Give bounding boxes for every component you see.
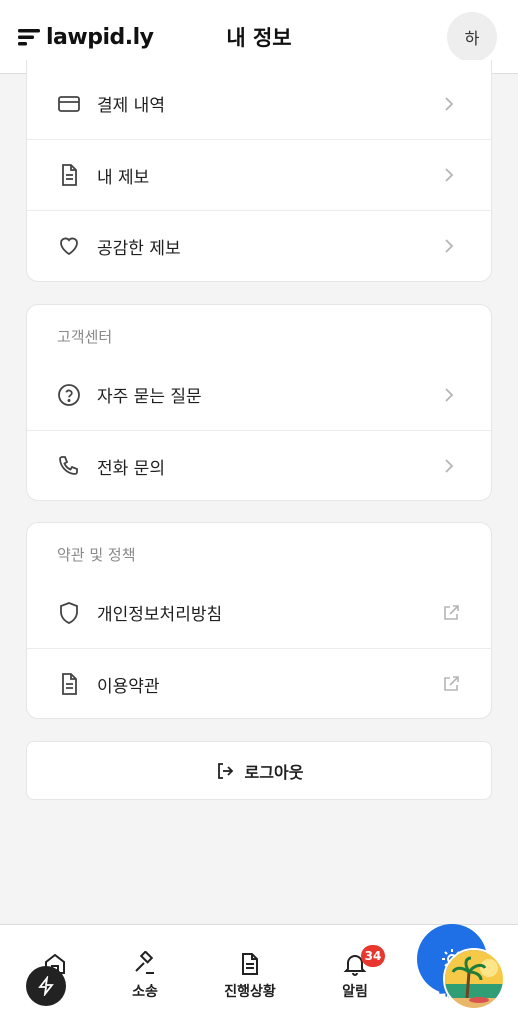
heart-icon — [57, 234, 81, 258]
menu-item-liked-reports[interactable]: 공감한 제보 — [27, 210, 491, 281]
logout-icon — [217, 762, 233, 779]
tab-progress[interactable]: 진행상황 — [210, 951, 290, 1001]
logout-label: 로그아웃 — [244, 762, 304, 782]
page-title: 내 정보 — [226, 26, 292, 50]
menu-item-privacy-policy[interactable]: 개인정보처리방침 — [27, 577, 491, 648]
external-link-icon — [444, 676, 459, 691]
logout-button[interactable]: 로그아웃 — [26, 741, 492, 800]
avatar[interactable]: 하 — [447, 12, 497, 62]
tab-notifications[interactable]: 34 알림 — [315, 945, 395, 1001]
policy-card: 약관 및 정책 개인정보처리방침 이용약관 — [26, 522, 492, 719]
tab-label: 진행상황 — [224, 984, 276, 1000]
menu-item-payment-history[interactable]: 결제 내역 — [27, 68, 491, 139]
question-circle-icon — [57, 383, 81, 407]
tab-lawsuit[interactable]: 소송 — [105, 951, 185, 1001]
chevron-right-icon — [445, 239, 454, 253]
chevron-right-icon — [445, 459, 454, 473]
credit-card-icon — [57, 92, 81, 116]
chevron-right-icon — [445, 96, 454, 111]
menu-item-phone-inquiry[interactable]: 전화 문의 — [27, 430, 491, 500]
external-link-icon — [444, 604, 459, 620]
menu-item-faq[interactable]: 자주 묻는 질문 — [27, 359, 491, 430]
chevron-right-icon — [445, 168, 454, 182]
quick-action-button[interactable] — [26, 966, 66, 1006]
menu-item-label: 공감한 제보 — [97, 238, 181, 259]
menu-item-label: 개인정보처리방침 — [97, 605, 223, 625]
tab-label: 알림 — [342, 984, 368, 1000]
account-menu-card: 결제 내역 내 제보 공감한 제보 — [26, 60, 492, 282]
lightning-icon — [38, 976, 54, 996]
tab-label: 소송 — [132, 984, 158, 1000]
menu-item-terms[interactable]: 이용약관 — [27, 648, 491, 718]
document-icon — [57, 672, 81, 696]
menu-item-my-reports[interactable]: 내 제보 — [27, 139, 491, 210]
menu-item-label: 자주 묻는 질문 — [97, 387, 202, 407]
phone-icon — [57, 454, 81, 478]
chevron-right-icon — [445, 387, 454, 402]
assistant-avatar[interactable] — [443, 948, 505, 1010]
shield-icon — [57, 601, 81, 625]
section-title: 고객센터 — [57, 328, 113, 346]
section-title: 약관 및 정책 — [57, 546, 136, 564]
document-icon — [242, 953, 258, 975]
menu-item-label: 이용약관 — [97, 676, 160, 697]
gavel-icon — [135, 951, 154, 974]
menu-item-label: 결제 내역 — [97, 96, 165, 116]
support-card: 고객센터 자주 묻는 질문 전화 문의 — [26, 304, 492, 501]
document-icon — [57, 163, 81, 187]
menu-item-label: 전화 문의 — [97, 458, 165, 479]
menu-item-label: 내 제보 — [97, 167, 150, 188]
notification-badge: 34 — [361, 945, 385, 967]
